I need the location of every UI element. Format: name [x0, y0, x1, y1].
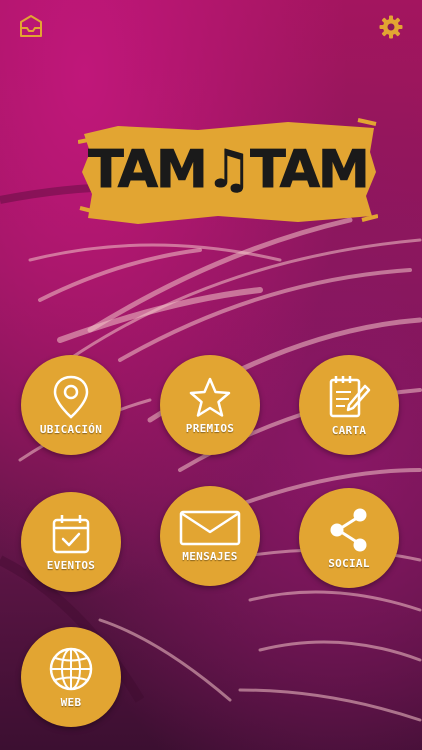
globe-icon	[49, 647, 93, 690]
map-pin-icon	[53, 375, 89, 419]
web-button[interactable]: WEB	[21, 627, 121, 727]
eventos-label: EVENTOS	[46, 558, 96, 572]
share-icon	[330, 508, 367, 551]
social-button[interactable]: SOCIAL	[299, 488, 399, 588]
mensajes-label: MENSAJES	[182, 549, 238, 563]
web-label: WEB	[60, 695, 82, 709]
gear-icon[interactable]	[378, 14, 404, 40]
star-icon	[189, 377, 231, 417]
brand-logo: TAM♫TAM	[78, 112, 378, 230]
notepad-icon	[329, 375, 371, 417]
social-label: SOCIAL	[328, 556, 370, 570]
ubicacion-button[interactable]: UBICACIÓN	[21, 355, 121, 455]
envelope-icon	[179, 510, 241, 545]
premios-button[interactable]: PREMIOS	[160, 355, 260, 455]
mensajes-button[interactable]: MENSAJES	[160, 486, 260, 586]
inbox-icon[interactable]	[18, 14, 44, 40]
premios-label: PREMIOS	[185, 421, 235, 435]
carta-label: CARTA	[331, 423, 367, 437]
calendar-icon	[52, 514, 90, 553]
eventos-button[interactable]: EVENTOS	[21, 492, 121, 592]
carta-button[interactable]: CARTA	[299, 355, 399, 455]
logo-text: TAM♫TAM	[88, 140, 370, 201]
ubicacion-label: UBICACIÓN	[39, 422, 103, 436]
